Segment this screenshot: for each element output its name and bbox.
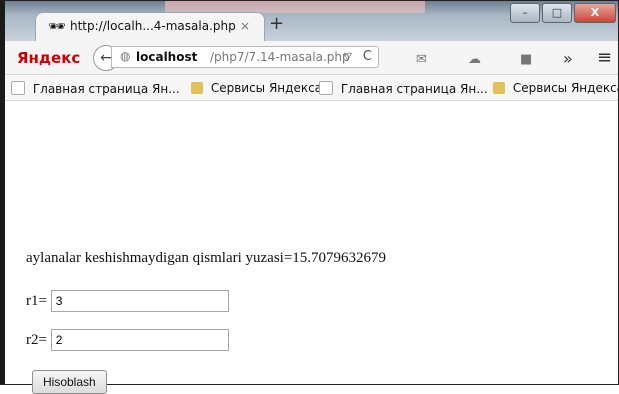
- navigation-bar: Яндекс ← ◍ localhost /php7/7.14-masala.p…: [5, 41, 618, 75]
- bookmark-item[interactable]: Главная страница Ян...: [319, 81, 488, 96]
- page-icon: [319, 81, 333, 95]
- bookmark-item[interactable]: Сервисы Яндекса: [493, 81, 619, 95]
- weather-icon[interactable]: ☁: [468, 52, 481, 67]
- folder-icon: [493, 82, 505, 94]
- window-controls: – □ X: [508, 3, 616, 23]
- globe-icon: ◍: [120, 49, 131, 63]
- page-icon: [11, 81, 25, 95]
- page-content: aylanalar keshishmaydigan qismlari yuzas…: [6, 100, 606, 394]
- overflow-icon[interactable]: »: [563, 49, 573, 68]
- menu-icon[interactable]: ≡: [597, 47, 612, 68]
- bookmark-item[interactable]: Сервисы Яндекса: [191, 81, 322, 95]
- browser-tab[interactable]: 🕶 http://localh...4-masala.php ×: [35, 12, 265, 41]
- r1-label: r1=: [26, 293, 47, 309]
- url-path: /php7/7.14-masala.php: [210, 50, 350, 64]
- bookmarks-bar: Главная страница Ян... Сервисы Яндекса Г…: [5, 75, 619, 101]
- bookmark-label: Сервисы Яндекса: [210, 81, 323, 95]
- bookmark-label: Сервисы Яндекса: [512, 81, 619, 95]
- minimize-button[interactable]: –: [510, 3, 540, 23]
- bookmark-item[interactable]: Главная страница Ян...: [11, 81, 180, 96]
- url-host: localhost: [136, 50, 198, 64]
- yandex-logo[interactable]: Яндекс: [17, 49, 80, 67]
- bookmark-label: Главная страница Ян...: [32, 82, 180, 96]
- r2-row: r2=: [26, 329, 229, 351]
- address-bar[interactable]: ◍ localhost /php7/7.14-masala.php ▽ C: [111, 46, 379, 68]
- close-button[interactable]: X: [574, 3, 616, 23]
- r1-row: r1=: [26, 290, 229, 312]
- r1-input[interactable]: [50, 290, 229, 312]
- r2-label: r2=: [26, 332, 47, 348]
- url-dropdown-icon[interactable]: ▽: [344, 50, 352, 63]
- tab-title: http://localh...4-masala.php: [70, 19, 236, 33]
- result-text: aylanalar keshishmaydigan qismlari yuzas…: [26, 250, 387, 266]
- incognito-icon: 🕶: [48, 19, 66, 35]
- title-bar: 🕶 http://localh...4-masala.php × + – □ X: [5, 1, 618, 41]
- new-tab-button[interactable]: +: [269, 13, 284, 34]
- bookmark-label: Главная страница Ян...: [340, 82, 488, 96]
- mail-icon[interactable]: ✉: [416, 52, 427, 67]
- extension-icon[interactable]: ■: [520, 52, 532, 67]
- folder-icon: [191, 82, 203, 94]
- maximize-button[interactable]: □: [542, 3, 572, 23]
- reload-icon[interactable]: C: [363, 49, 372, 64]
- tab-close-icon[interactable]: ×: [240, 19, 250, 33]
- hisoblash-button[interactable]: Hisoblash: [32, 370, 107, 394]
- r2-input[interactable]: [50, 329, 229, 351]
